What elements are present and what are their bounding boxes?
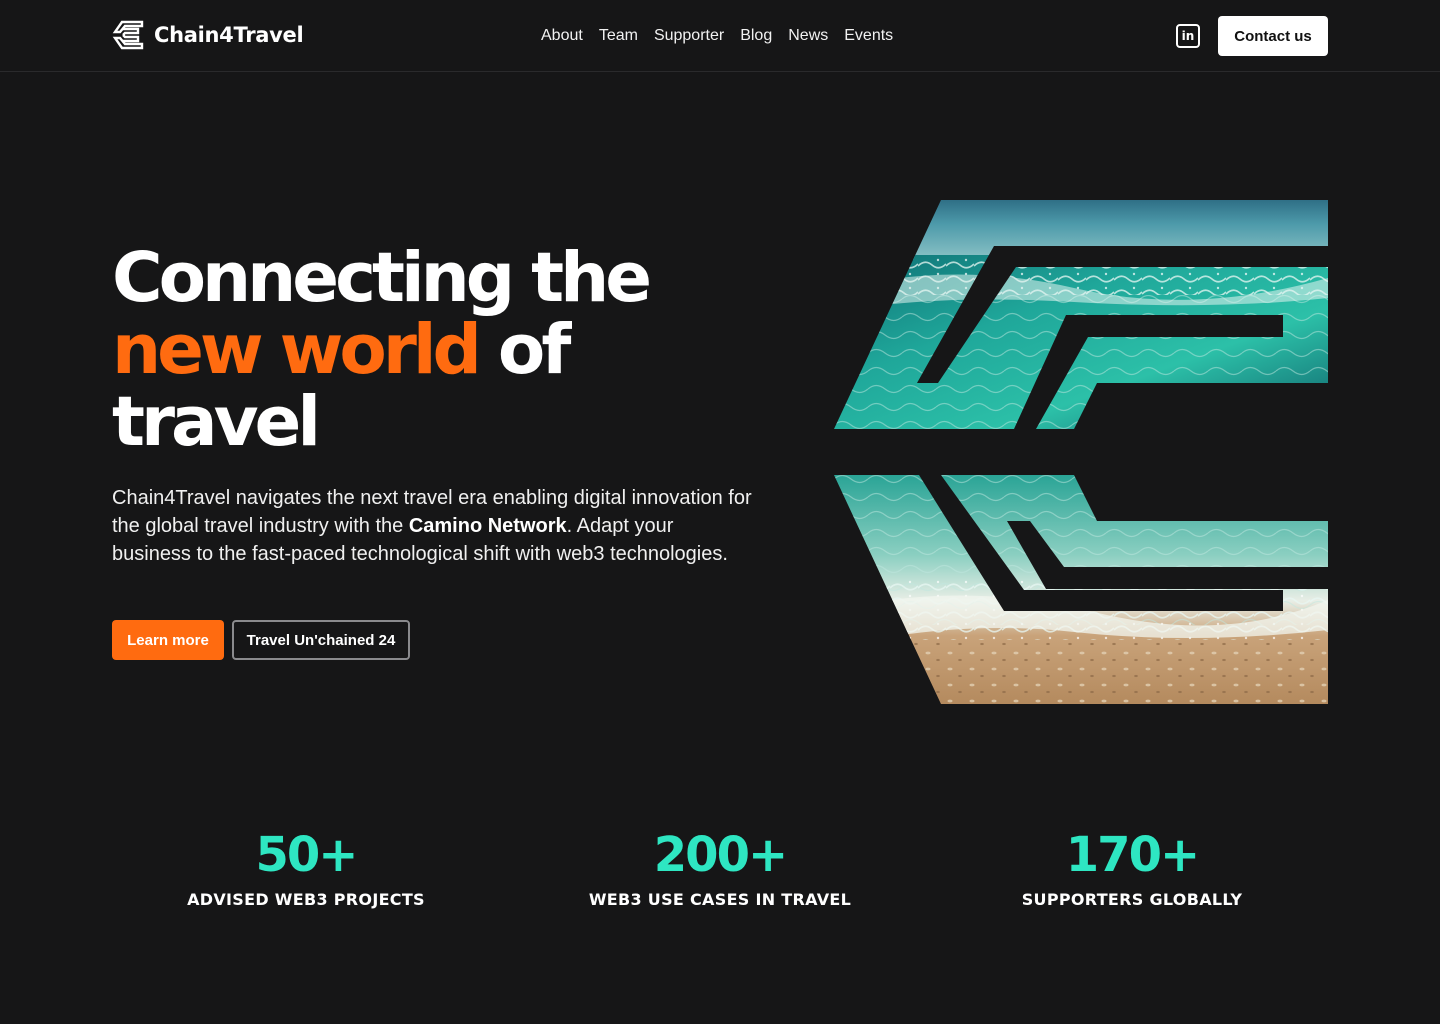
stat-value: 200+ [653,827,788,883]
hero-title-line1: Connecting the [112,238,652,318]
linkedin-icon[interactable]: in [1176,24,1200,48]
hero-description: Chain4Travel navigates the next travel e… [112,484,752,568]
hero-title: Connecting the new world of travel [112,242,752,458]
stat-label: SUPPORTERS GLOBALLY [1021,890,1243,909]
nav-events[interactable]: Events [844,25,893,47]
stat-use-cases: 200+ WEB3 USE CASES IN TRAVEL [550,826,890,909]
stat-label: ADVISED WEB3 PROJECTS [187,890,425,909]
camino-network-highlight: Camino Network [408,515,567,537]
travel-unchained-button[interactable]: Travel Un'chained 24 [232,620,410,660]
stat-advised-projects: 50+ ADVISED WEB3 PROJECTS [136,826,476,909]
linkedin-label: in [1181,29,1195,43]
hero-title-line2: of [477,310,571,390]
chain4travel-logo-icon [112,20,144,50]
nav-about[interactable]: About [541,25,583,47]
brand-name: Chain4Travel [154,23,304,47]
stat-supporters: 170+ SUPPORTERS GLOBALLY [962,826,1302,909]
stat-value: 50+ [255,827,358,883]
stats-section: 50+ ADVISED WEB3 PROJECTS 200+ WEB3 USE … [112,826,1328,926]
hero-ocean-logo-art [834,200,1328,704]
nav-news[interactable]: News [788,25,828,47]
stat-label: WEB3 USE CASES IN TRAVEL [588,890,852,909]
main-nav: About Team Supporter Blog News Events [541,25,893,47]
hero-title-accent: new world [112,310,482,390]
nav-supporter[interactable]: Supporter [654,25,724,47]
nav-blog[interactable]: Blog [740,25,772,47]
contact-button[interactable]: Contact us [1218,16,1328,56]
stat-value: 170+ [1065,827,1200,883]
learn-more-button[interactable]: Learn more [112,620,224,660]
nav-team[interactable]: Team [599,25,638,47]
site-header: Chain4Travel About Team Supporter Blog N… [0,0,1440,72]
brand-logo[interactable]: Chain4Travel [112,19,304,51]
hero-title-line3: travel [112,382,321,462]
